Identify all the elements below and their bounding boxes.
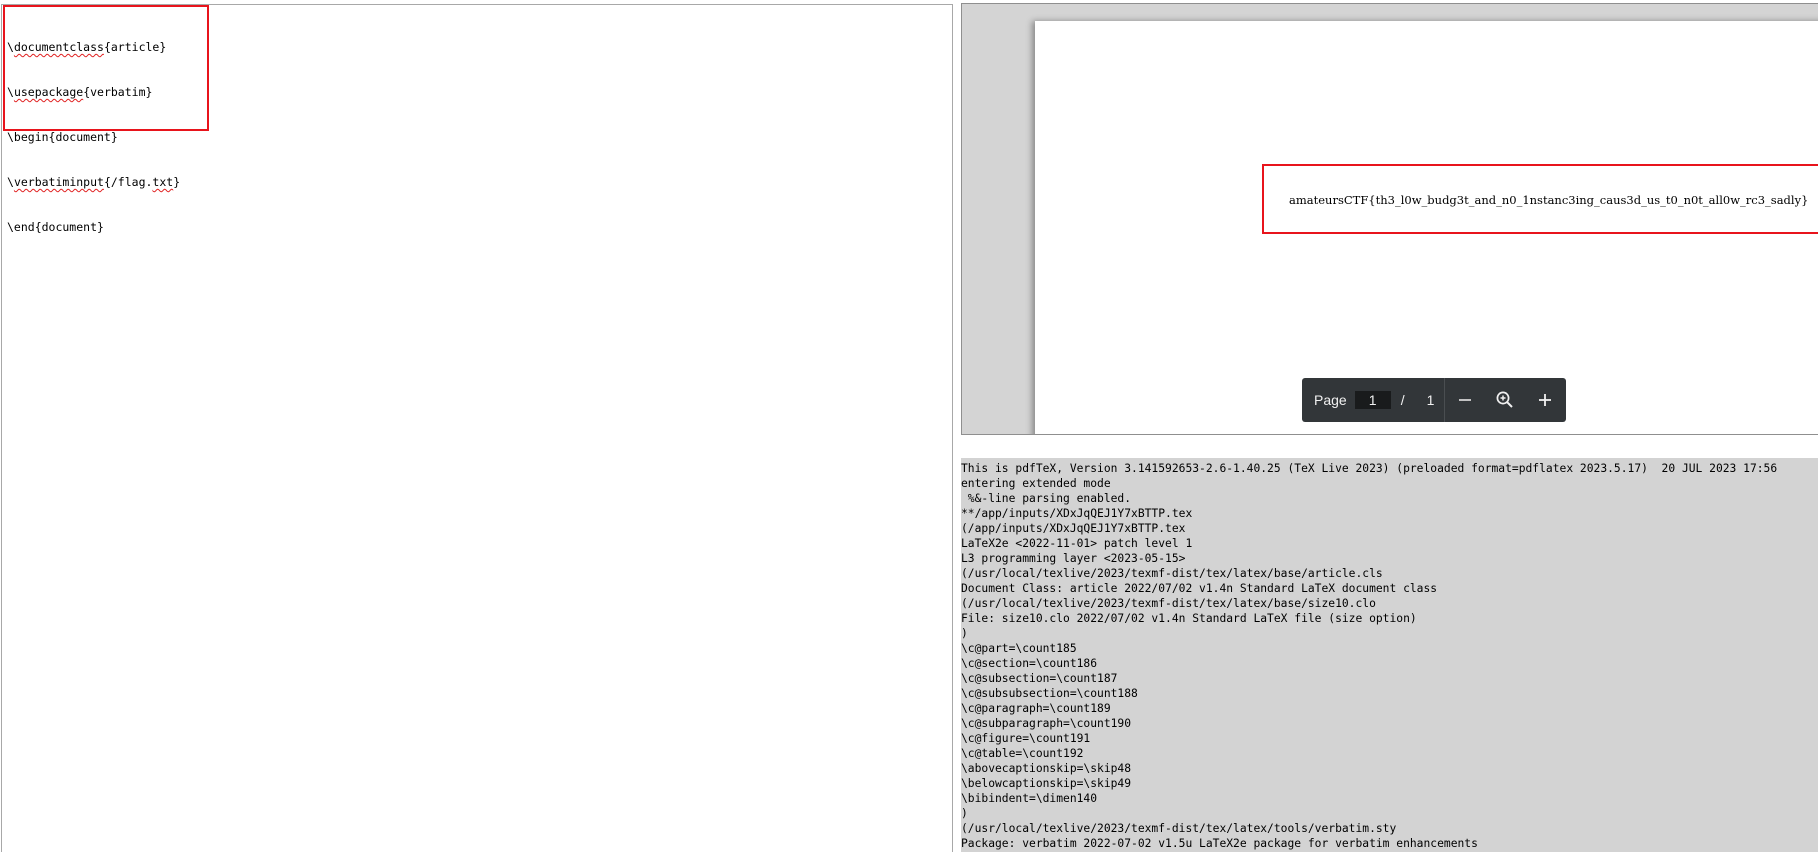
log-line: \c@subsection=\count187 bbox=[961, 672, 1118, 685]
latex-editor[interactable]: \documentclass{article} \usepackage{verb… bbox=[1, 4, 953, 852]
log-line: \c@section=\count186 bbox=[961, 657, 1098, 670]
log-line: \belowcaptionskip=\skip49 bbox=[961, 777, 1132, 790]
log-line: \c@subparagraph=\count190 bbox=[961, 717, 1132, 730]
flag-highlight-box: amateursCTF{th3_l0w_budg3t_and_n0_1nstan… bbox=[1262, 164, 1818, 234]
editor-line: \begin{document} bbox=[7, 130, 118, 144]
log-line: ) bbox=[961, 807, 968, 820]
editor-line: \end{document} bbox=[7, 220, 104, 234]
editor-line: \verbatiminput{/flag.txt} bbox=[7, 175, 181, 189]
log-line: \abovecaptionskip=\skip48 bbox=[961, 762, 1132, 775]
pdf-viewer[interactable]: amateursCTF{th3_l0w_budg3t_and_n0_1nstan… bbox=[961, 3, 1818, 435]
log-line: \c@subsubsection=\count188 bbox=[961, 687, 1138, 700]
log-line: Document Class: article 2022/07/02 v1.4n… bbox=[961, 582, 1438, 595]
page-indicator: Page / 1 bbox=[1302, 378, 1444, 422]
log-line: entering extended mode bbox=[961, 477, 1111, 490]
flag-text: amateursCTF{th3_l0w_budg3t_and_n0_1nstan… bbox=[1289, 193, 1809, 207]
log-line: File: size10.clo 2022/07/02 v1.4n Standa… bbox=[961, 612, 1417, 625]
log-line: %&-line parsing enabled. bbox=[961, 492, 1132, 505]
editor-line: \usepackage{verbatim} bbox=[7, 85, 153, 99]
log-line: LaTeX2e <2022-11-01> patch level 1 bbox=[961, 537, 1193, 550]
log-line: (/usr/local/texlive/2023/texmf-dist/tex/… bbox=[961, 567, 1383, 580]
zoom-icon bbox=[1496, 391, 1513, 408]
pdf-page: amateursCTF{th3_l0w_budg3t_and_n0_1nstan… bbox=[1035, 21, 1818, 434]
editor-line: \documentclass{article} bbox=[7, 40, 167, 54]
log-line: ) bbox=[961, 627, 968, 640]
total-pages: 1 bbox=[1426, 392, 1435, 408]
log-line: Package: verbatim 2022-07-02 v1.5u LaTeX… bbox=[961, 837, 1478, 850]
compile-log-lines: This is pdfTeX, Version 3.141592653-2.6-… bbox=[961, 458, 1818, 851]
log-line: (/usr/local/texlive/2023/texmf-dist/tex/… bbox=[961, 822, 1397, 835]
log-line: \c@table=\count192 bbox=[961, 747, 1084, 760]
page-separator: / bbox=[1400, 392, 1405, 408]
log-line: L3 programming layer <2023-05-15> bbox=[961, 552, 1186, 565]
editor-content[interactable]: \documentclass{article} \usepackage{verb… bbox=[7, 10, 180, 265]
log-line: \bibindent=\dimen140 bbox=[961, 792, 1098, 805]
page-label: Page bbox=[1314, 392, 1347, 408]
minus-icon bbox=[1459, 399, 1471, 401]
editor-line-1-rest: {article} bbox=[103, 40, 167, 54]
log-line: **/app/inputs/XDxJqQEJ1Y7xBTTP.tex bbox=[961, 507, 1193, 520]
editor-line-2-rest: {verbatim} bbox=[83, 85, 153, 99]
log-line: (/usr/local/texlive/2023/texmf-dist/tex/… bbox=[961, 597, 1376, 610]
zoom-out-button[interactable] bbox=[1445, 378, 1485, 422]
plus-icon bbox=[1539, 394, 1551, 406]
log-line: \c@part=\count185 bbox=[961, 642, 1077, 655]
compile-log[interactable]: This is pdfTeX, Version 3.141592653-2.6-… bbox=[961, 458, 1818, 852]
page-number-input[interactable] bbox=[1354, 391, 1391, 409]
log-line: \c@paragraph=\count189 bbox=[961, 702, 1111, 715]
zoom-in-button[interactable] bbox=[1525, 378, 1565, 422]
log-line: This is pdfTeX, Version 3.141592653-2.6-… bbox=[961, 462, 1778, 475]
pdf-toolbar: Page / 1 bbox=[1302, 378, 1566, 422]
fit-zoom-button[interactable] bbox=[1485, 378, 1525, 422]
log-line: (/app/inputs/XDxJqQEJ1Y7xBTTP.tex bbox=[961, 522, 1186, 535]
log-line: \c@figure=\count191 bbox=[961, 732, 1091, 745]
